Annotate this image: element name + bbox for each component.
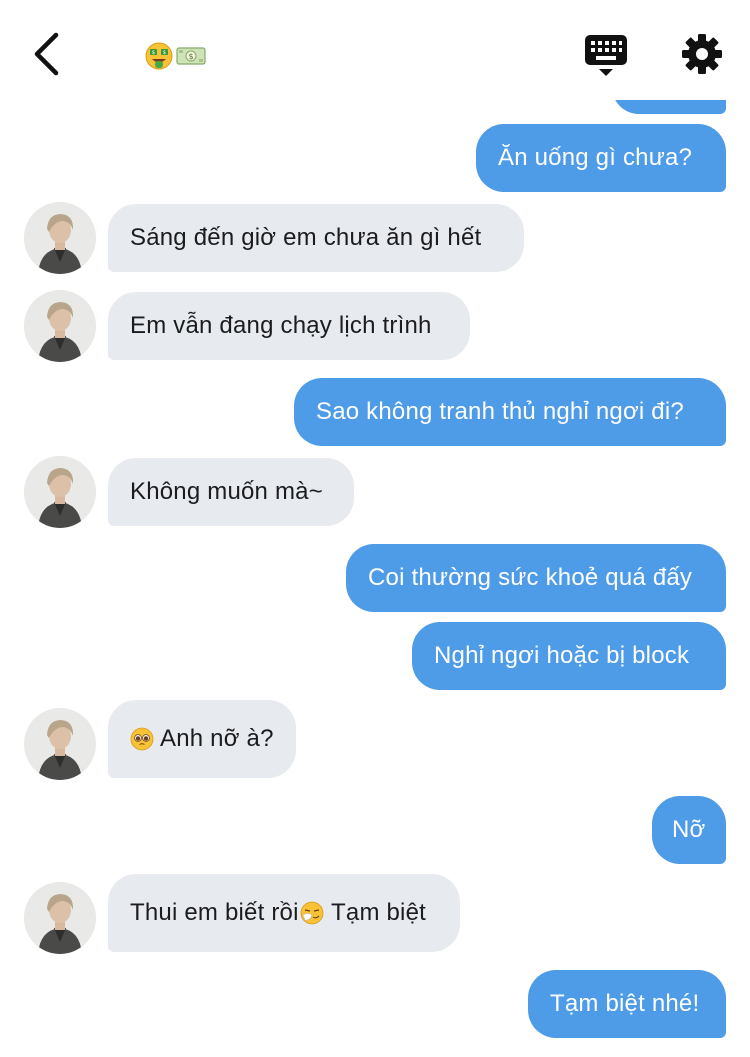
message-text: Coi thường sức khoẻ quá đấy	[368, 564, 693, 591]
chat-title: $ $ $	[144, 40, 206, 72]
message-text: Ăn uống gì chưa?	[498, 144, 693, 171]
message-bubble-outgoing[interactable]: Coi thường sức khoẻ quá đấy	[346, 544, 726, 612]
dollar-banknote-icon: $	[176, 47, 206, 65]
message-bubble-outgoing[interactable]: Tạm biệt nhé!	[528, 970, 726, 1038]
message-bubble-incoming[interactable]: Thui em biết rồi Tạm biệt	[108, 874, 460, 952]
avatar[interactable]	[24, 202, 96, 274]
message-bubble-outgoing[interactable]: Ăn uống gì chưa?	[476, 124, 726, 192]
avatar[interactable]	[24, 882, 96, 954]
message-bubble-outgoing[interactable]: Sao không tranh thủ nghỉ ngơi đi?	[294, 378, 726, 446]
svg-text:$: $	[152, 50, 155, 56]
sneezing-face-icon	[300, 901, 324, 925]
chat-header: $ $ $	[0, 0, 750, 100]
back-button[interactable]	[22, 26, 72, 82]
keyboard-icon	[585, 35, 627, 76]
message-text-after: Tạm biệt	[324, 899, 427, 926]
avatar[interactable]	[24, 456, 96, 528]
avatar-photo-icon	[24, 882, 96, 954]
message-bubble-incoming[interactable]: Không muốn mà~	[108, 458, 354, 526]
message-text: Sao không tranh thủ nghỉ ngơi đi?	[316, 398, 684, 425]
message-text: Sáng đến giờ em chưa ăn gì hết	[130, 224, 482, 251]
message-text: Nghỉ ngơi hoặc bị block	[434, 642, 690, 669]
avatar[interactable]	[24, 708, 96, 780]
message-bubble-outgoing[interactable]: Nghỉ ngơi hoặc bị block	[412, 622, 726, 690]
chat-screen: $ $ $ Ăn uống gì chưa? Sáng đến giờ em c…	[0, 0, 750, 1057]
message-text: Thui em biết rồi	[130, 899, 299, 926]
gear-icon	[682, 34, 722, 74]
settings-button[interactable]	[680, 32, 724, 76]
avatar-photo-icon	[24, 708, 96, 780]
keyboard-button[interactable]	[584, 34, 628, 78]
message-text: Em vẫn đang chạy lịch trình	[130, 312, 432, 339]
message-bubble-incoming[interactable]: Em vẫn đang chạy lịch trình	[108, 292, 470, 360]
chevron-left-icon	[34, 32, 59, 76]
avatar-photo-icon	[24, 290, 96, 362]
message-bubble-outgoing[interactable]: Nỡ	[652, 796, 726, 864]
message-text: Anh nỡ à?	[160, 725, 274, 752]
svg-text:$: $	[188, 52, 193, 61]
avatar-photo-icon	[24, 456, 96, 528]
message-text: Không muốn mà~	[130, 478, 323, 505]
message-text: Tạm biệt nhé!	[550, 990, 700, 1017]
pleading-face-icon	[130, 727, 154, 751]
message-bubble-incoming[interactable]: Sáng đến giờ em chưa ăn gì hết	[108, 204, 524, 272]
money-mouth-face-icon: $ $	[145, 42, 173, 70]
avatar[interactable]	[24, 290, 96, 362]
svg-text:$: $	[163, 50, 166, 56]
message-bubble-incoming[interactable]: Anh nỡ à?	[108, 700, 296, 778]
message-text: Nỡ	[672, 816, 706, 843]
avatar-photo-icon	[24, 202, 96, 274]
